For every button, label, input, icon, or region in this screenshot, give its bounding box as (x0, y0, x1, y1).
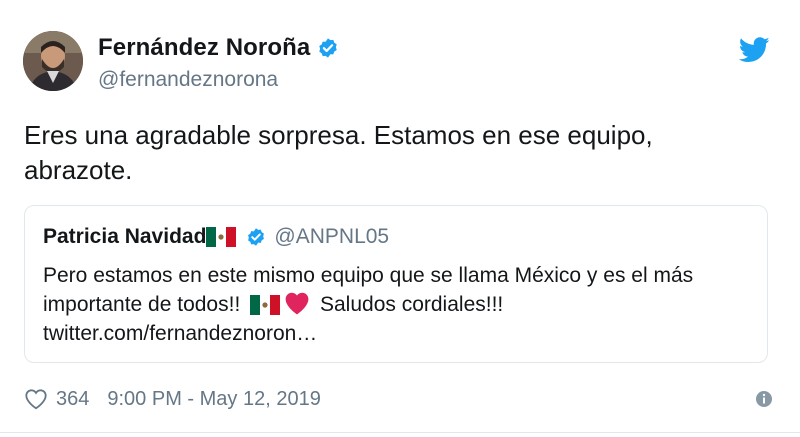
avatar[interactable] (23, 31, 83, 91)
quoted-text-line: Pero estamos en este mismo equipo que se… (43, 264, 694, 287)
tweet-text-line: abrazote. (24, 155, 133, 185)
quoted-text-segment: Saludos cordiales!!! (319, 293, 504, 316)
divider (0, 432, 800, 433)
mexico-flag-icon (206, 227, 237, 247)
quoted-text-segment: importante de todos!! (43, 293, 241, 316)
tweet-footer: 364 9:00 PM - May 12, 2019 (24, 384, 774, 414)
twitter-bird-icon[interactable] (739, 37, 770, 63)
author-handle[interactable]: @fernandeznorona (98, 68, 278, 92)
quoted-author-handle: @ANPNL05 (274, 225, 390, 248)
avatar-image (23, 31, 83, 91)
quoted-text-line: importante de todos!! Saludos cordiales!… (43, 290, 763, 319)
tweet-text-line: Eres una agradable sorpresa. Estamos en … (24, 120, 653, 150)
tweet-text: Eres una agradable sorpresa. Estamos en … (24, 118, 724, 188)
quoted-author-display-name: Patricia Navidad (43, 225, 207, 248)
author-display-name[interactable]: Fernández Noroña (98, 34, 310, 62)
red-heart-icon (285, 292, 309, 315)
timestamp[interactable]: 9:00 PM - May 12, 2019 (107, 388, 320, 411)
quoted-tweet-header: Patricia Navidad @ANPNL05 (43, 225, 389, 249)
mexico-flag-icon (250, 295, 281, 316)
author-name-row[interactable]: Fernández Noroña (98, 34, 339, 62)
verified-badge-icon (248, 228, 265, 246)
like-heart-outline-icon[interactable] (24, 388, 48, 410)
quoted-tweet-text: Pero estamos en este mismo equipo que se… (43, 261, 763, 348)
like-count[interactable]: 364 (56, 388, 89, 411)
quoted-tweet-link[interactable]: twitter.com/fernandeznoron… (43, 319, 763, 348)
embedded-tweet: Fernández Noroña @fernandeznorona Eres u… (0, 0, 800, 437)
info-icon[interactable] (754, 389, 774, 409)
quoted-tweet[interactable]: Patricia Navidad @ANPNL05 Pero estamos e… (24, 205, 768, 363)
verified-badge-icon (319, 38, 338, 58)
